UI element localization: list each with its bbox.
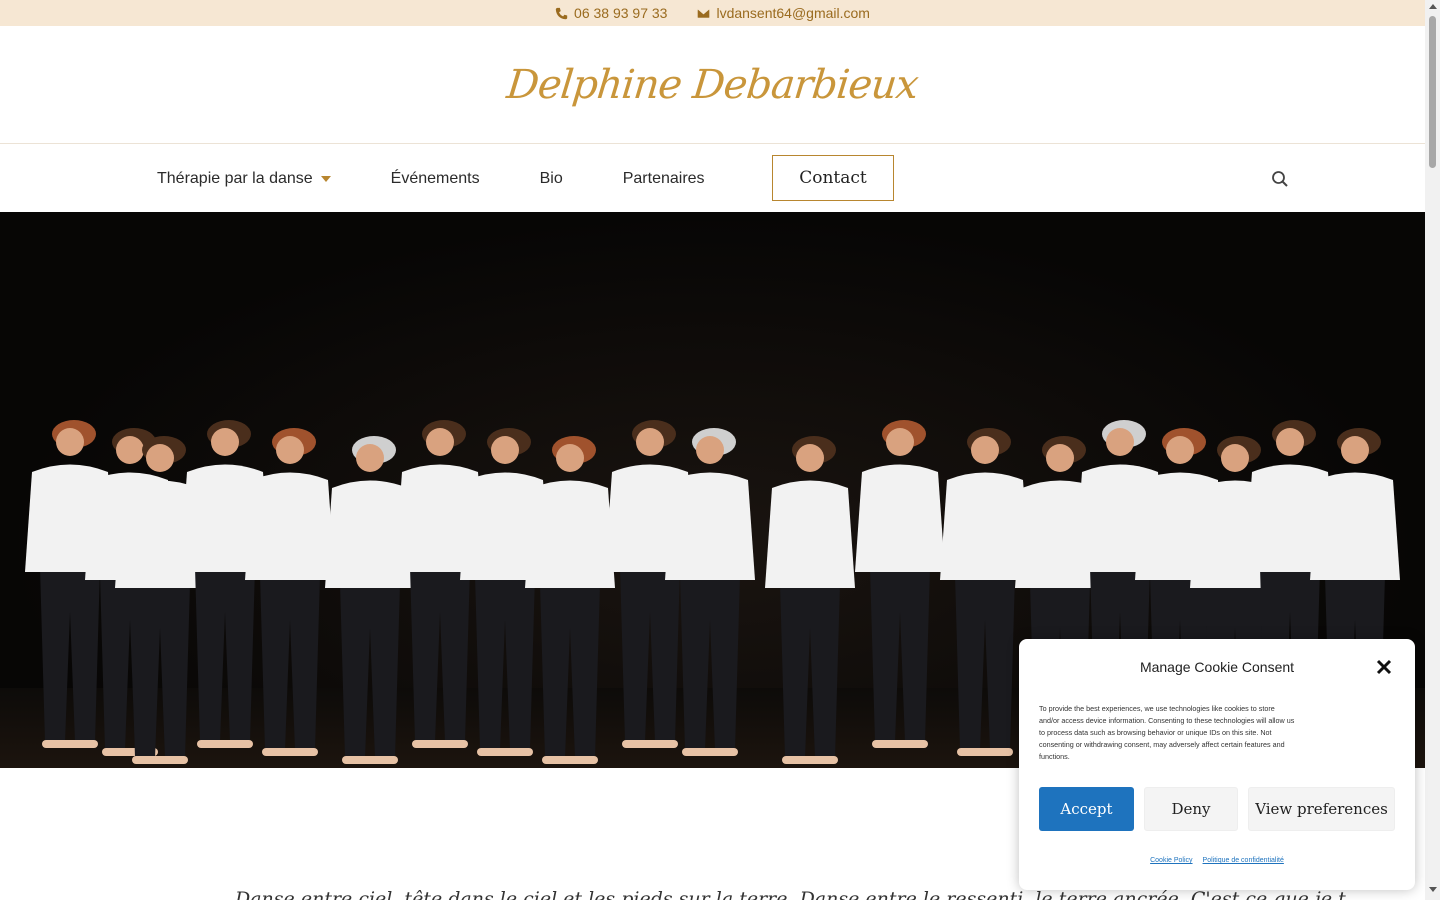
email-link[interactable]: lvdansent64@gmail.com: [697, 5, 870, 21]
cookie-message: To provide the best experiences, we use …: [1039, 704, 1295, 761]
scroll-up-icon[interactable]: [1429, 4, 1437, 9]
page-scrollbar[interactable]: [1425, 0, 1440, 900]
top-contact-bar: 06 38 93 97 33 lvdansent64@gmail.com: [0, 0, 1425, 26]
phone-icon: [555, 7, 568, 19]
main-navigation: Thérapie par la danse Événements Bio Par…: [0, 145, 1425, 212]
nav-item-bio[interactable]: Bio: [540, 170, 563, 188]
phone-number: 06 38 93 97 33: [574, 5, 668, 21]
dancer-figure: [765, 436, 855, 764]
deny-button[interactable]: Deny: [1144, 787, 1238, 831]
nav-item-label: Partenaires: [622, 169, 705, 187]
nav-item-label: Bio: [539, 169, 563, 187]
search-icon[interactable]: [1271, 170, 1289, 188]
accept-button[interactable]: Accept: [1039, 787, 1134, 831]
scroll-down-icon[interactable]: [1429, 887, 1437, 892]
cookie-links: Cookie Policy Politique de confidentiali…: [1019, 857, 1415, 864]
site-logo[interactable]: Delphine Debarbieux: [505, 62, 920, 108]
scrollbar-thumb[interactable]: [1429, 16, 1436, 168]
dancer-figure: [940, 428, 1030, 756]
nav-item-partenaires[interactable]: Partenaires: [623, 170, 705, 188]
chevron-down-icon: [320, 175, 331, 182]
nav-item-label: Thérapie par la danse: [157, 169, 313, 187]
email-address: lvdansent64@gmail.com: [716, 5, 870, 21]
view-preferences-button[interactable]: View preferences: [1248, 787, 1395, 831]
phone-link[interactable]: 06 38 93 97 33: [555, 5, 667, 21]
cookie-consent-dialog: Manage Cookie Consent To provide the bes…: [1019, 639, 1415, 890]
close-icon[interactable]: [1375, 658, 1393, 676]
nav-item-label: Événements: [390, 169, 480, 187]
privacy-policy-link[interactable]: Politique de confidentialité: [1203, 857, 1284, 864]
cookie-dialog-title: Manage Cookie Consent: [1139, 659, 1295, 675]
nav-item-therapie[interactable]: Thérapie par la danse: [157, 170, 331, 188]
nav-item-evenements[interactable]: Événements: [391, 170, 480, 188]
contact-button[interactable]: Contact: [772, 155, 894, 201]
dancer-figure: [855, 420, 945, 748]
cookie-policy-link[interactable]: Cookie Policy: [1150, 857, 1192, 864]
envelope-icon: [698, 8, 710, 18]
site-header: Delphine Debarbieux: [0, 26, 1425, 144]
nav-menu: Thérapie par la danse Événements Bio Par…: [157, 145, 765, 212]
